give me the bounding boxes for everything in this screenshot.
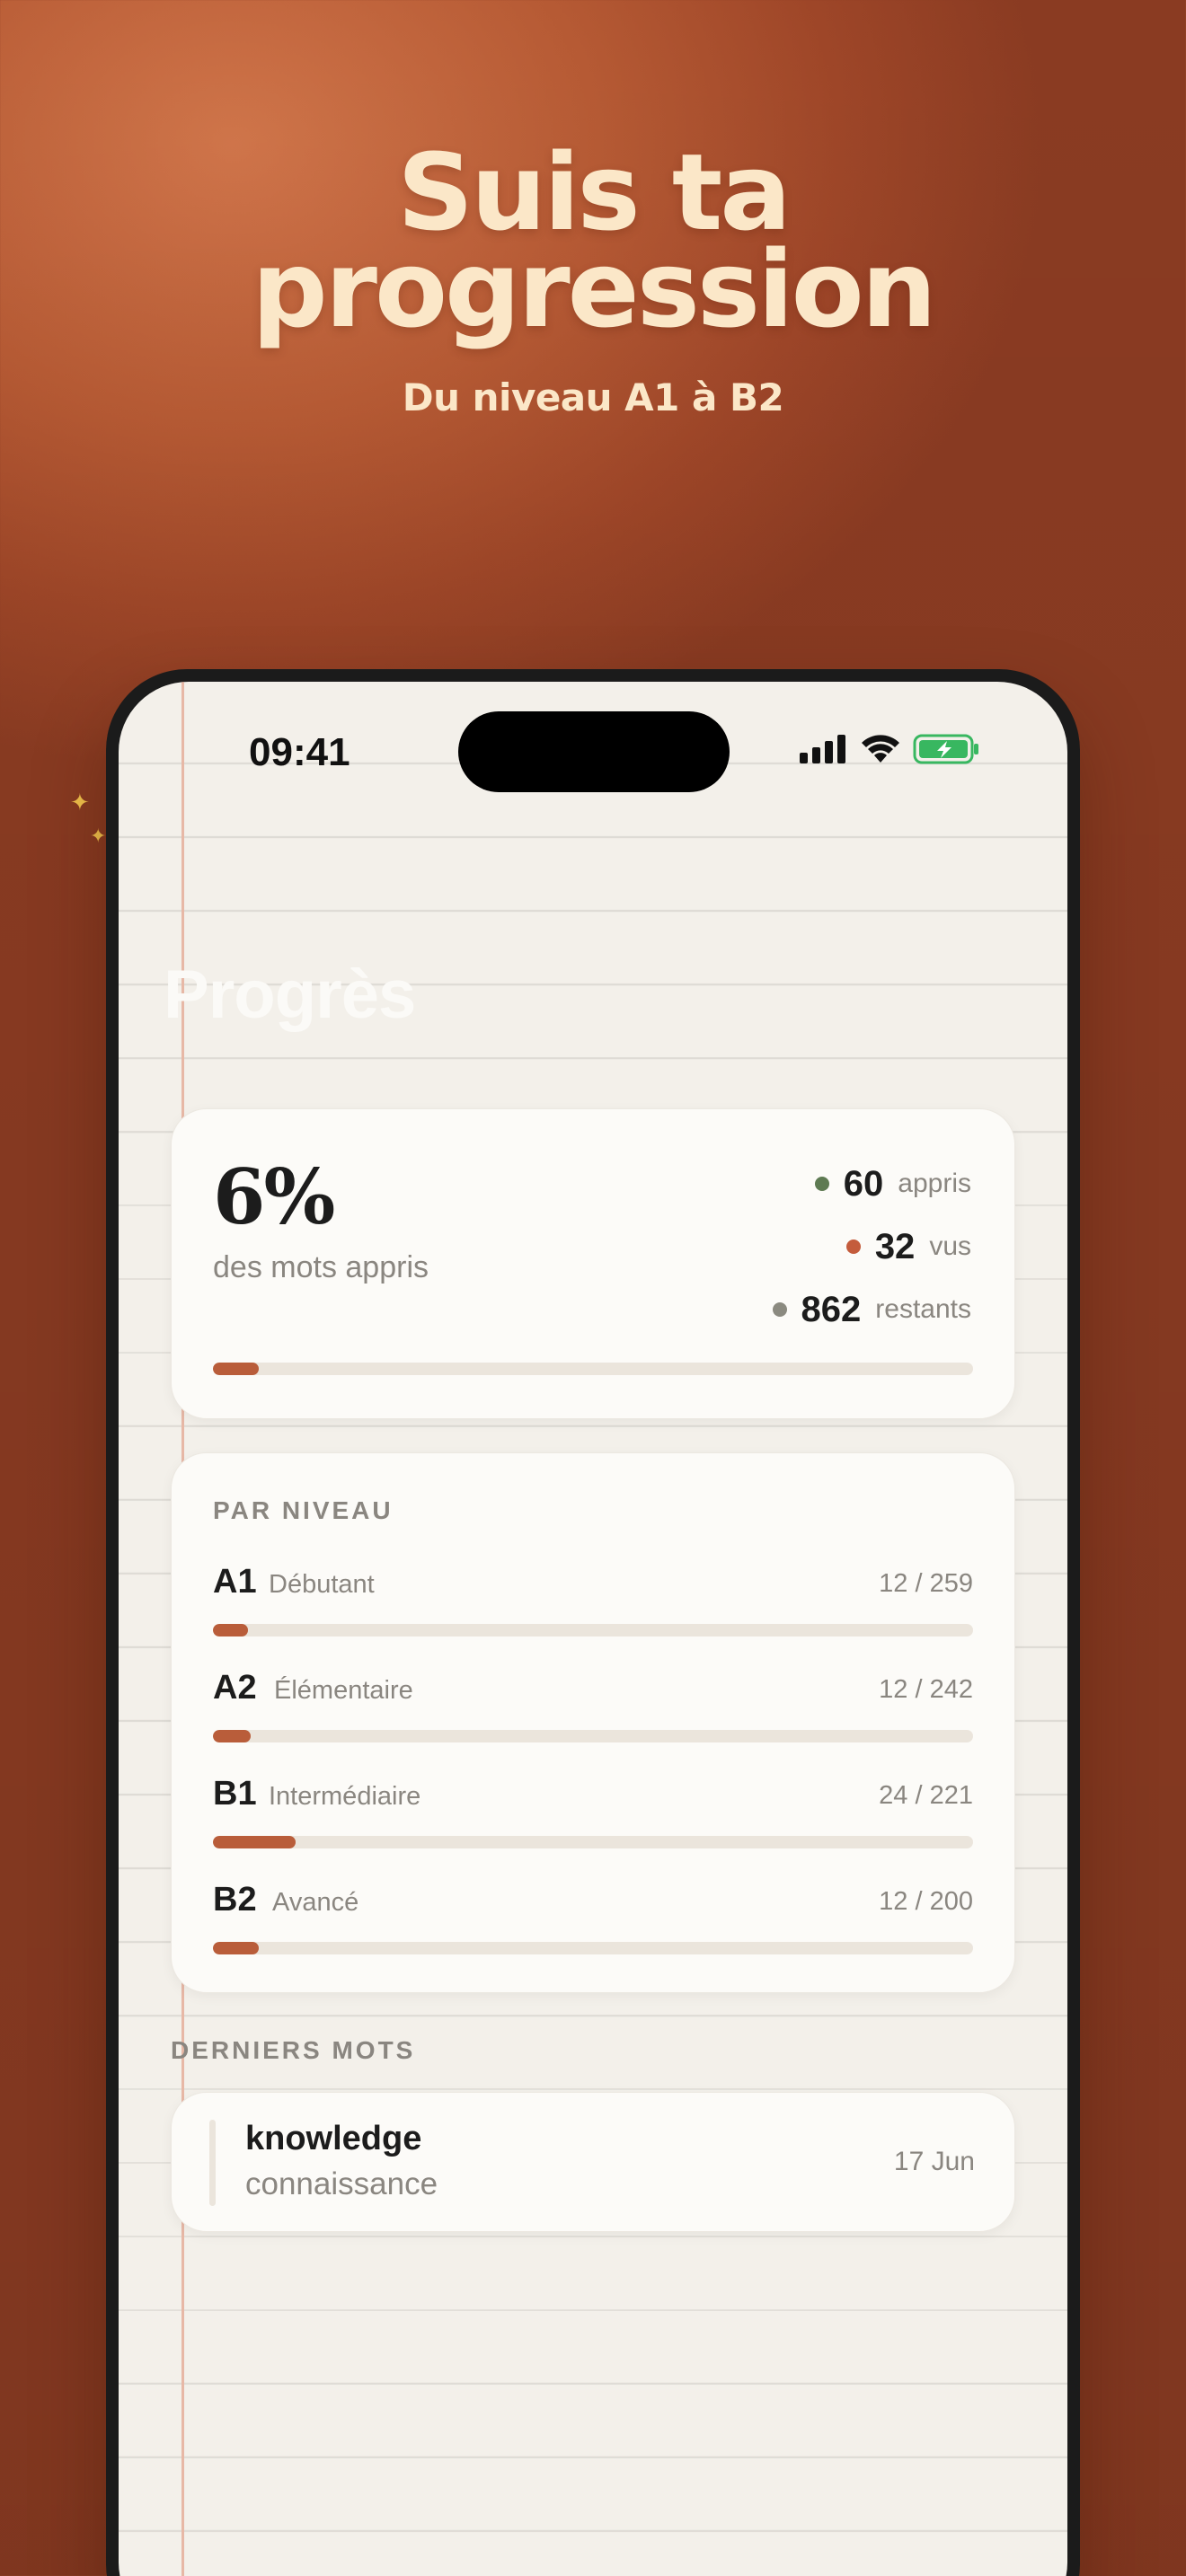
status-icons xyxy=(800,734,979,764)
summary-card: 6% des mots appris 60 appris 32 vus 862 … xyxy=(171,1108,1015,1419)
stat-dot xyxy=(814,1177,829,1191)
levels-card: PAR NIVEAU A1 Débutant 12 / 259 A2 Éléme… xyxy=(171,1452,1015,1993)
battery-charging-icon xyxy=(913,734,978,764)
stat-label: appris xyxy=(898,1169,971,1198)
level-code: B2 xyxy=(213,1881,257,1919)
hero-title: Suis ta progression xyxy=(0,130,1186,351)
level-count: 24 / 221 xyxy=(879,1781,973,1810)
word-translation: connaissance xyxy=(245,2166,438,2201)
overall-progress-bar xyxy=(213,1363,973,1375)
stat-value: 862 xyxy=(801,1289,862,1329)
stat-label: vus xyxy=(929,1231,971,1261)
level-progress-bar xyxy=(213,1942,973,1954)
level-code: B1 xyxy=(213,1775,257,1813)
word-term: knowledge xyxy=(245,2120,422,2157)
hero-subtitle: Du niveau A1 à B2 xyxy=(402,375,784,419)
level-name: Intermédiaire xyxy=(269,1782,421,1811)
level-name: Élémentaire xyxy=(274,1676,413,1705)
percent-caption: des mots appris xyxy=(213,1250,429,1284)
status-time: 09:41 xyxy=(249,730,350,774)
phone-screen: 09:41 Progrès 6% des mots appris 60 appr… xyxy=(119,682,1067,2576)
status-bar: 09:41 xyxy=(119,682,1067,792)
cellular-signal-icon xyxy=(800,735,845,763)
stat-dot xyxy=(772,1302,787,1317)
hero-title-line-1: Suis ta xyxy=(397,130,792,254)
level-count: 12 / 259 xyxy=(879,1569,973,1598)
phone-frame: 09:41 Progrès 6% des mots appris 60 appr… xyxy=(106,669,1080,2576)
levels-section-title: PAR NIVEAU xyxy=(213,1496,394,1524)
level-name: Avancé xyxy=(272,1888,359,1917)
word-accent-bar xyxy=(209,2120,216,2206)
word-date: 17 Jun xyxy=(893,2147,975,2176)
level-name: Débutant xyxy=(269,1570,375,1599)
level-progress-bar xyxy=(213,1624,973,1636)
stat-value: 60 xyxy=(843,1163,884,1204)
level-progress-bar xyxy=(213,1730,973,1742)
level-progress-fill xyxy=(213,1836,296,1848)
level-row-b1[interactable]: B1 Intermédiaire 24 / 221 xyxy=(213,1775,973,1881)
level-progress-fill xyxy=(213,1942,259,1954)
level-row-b2[interactable]: B2 Avancé 12 / 200 xyxy=(213,1881,973,1987)
stat-learned: 60 appris xyxy=(773,1152,971,1215)
level-code: A2 xyxy=(213,1669,257,1707)
level-code: A1 xyxy=(213,1563,257,1601)
sparkle-icon: ✦ xyxy=(90,825,107,847)
level-count: 12 / 200 xyxy=(879,1887,973,1916)
stat-remaining: 862 restants xyxy=(772,1278,971,1341)
level-progress-bar xyxy=(213,1836,973,1848)
sparkle-icon: ✦ xyxy=(70,789,90,816)
recent-words-title: DERNIERS MOTS xyxy=(171,2036,416,2064)
stat-value: 32 xyxy=(874,1226,916,1266)
level-progress-fill xyxy=(213,1624,248,1636)
wifi-icon xyxy=(862,735,899,763)
recent-word-card[interactable]: knowledge connaissance 17 Jun xyxy=(171,2092,1015,2232)
dynamic-island xyxy=(458,711,730,792)
stats-list: 60 appris 32 vus 862 restants xyxy=(772,1152,971,1341)
level-row-a1[interactable]: A1 Débutant 12 / 259 xyxy=(213,1563,973,1669)
page-title: Progrès xyxy=(164,957,416,1033)
hero-title-line-2: progression xyxy=(252,227,936,351)
stat-dot xyxy=(845,1239,861,1254)
level-row-a2[interactable]: A2 Élémentaire 12 / 242 xyxy=(213,1669,973,1775)
percent-learned: 6% xyxy=(213,1152,335,1241)
level-progress-fill xyxy=(213,1730,252,1742)
overall-progress-fill xyxy=(213,1363,259,1375)
stat-seen: 32 vus xyxy=(773,1215,971,1278)
stat-label: restants xyxy=(875,1294,971,1324)
level-count: 12 / 242 xyxy=(879,1675,973,1704)
